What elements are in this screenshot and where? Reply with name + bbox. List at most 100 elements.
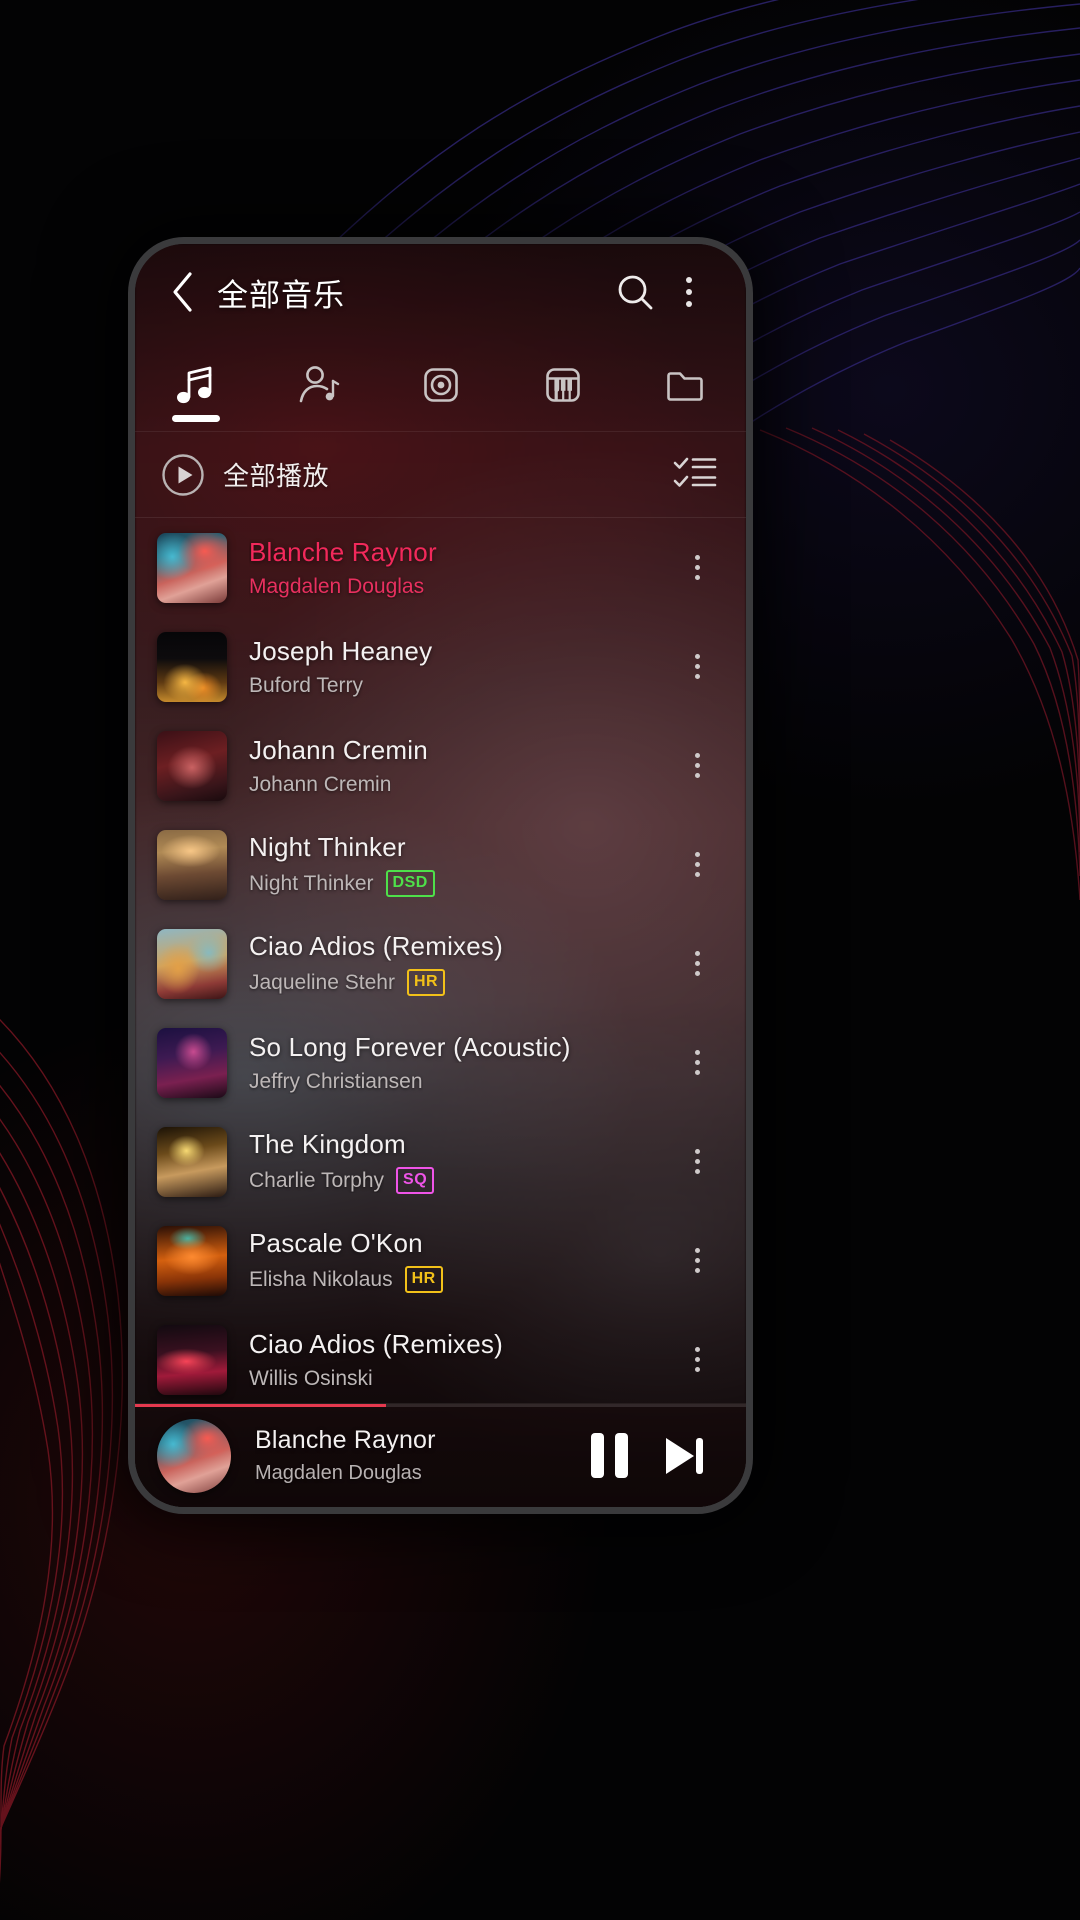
song-title: Johann Cremin [249,734,428,765]
more-vertical-icon [694,1149,700,1174]
song-meta: Blanche Raynor Magdalen Douglas [249,537,670,599]
pause-button[interactable] [572,1419,646,1493]
song-more-button[interactable] [670,1127,724,1197]
more-vertical-icon [694,852,700,877]
song-subtitle-row: Johann Cremin [249,773,670,797]
song-title: Night Thinker [249,832,406,862]
song-meta: Johann Cremin Johann Cremin [249,735,670,797]
song-subtitle-row: Jaqueline Stehr HR [249,969,670,996]
song-meta: Night Thinker Night Thinker DSD [249,832,670,897]
song-artist: Magdalen Douglas [249,574,425,598]
song-more-button[interactable] [670,1028,724,1098]
song-artist: Jeffry Christiansen [249,1069,423,1093]
tab-bar [135,340,746,432]
song-more-button[interactable] [670,731,724,801]
song-subtitle-row: Night Thinker DSD [249,870,670,897]
tab-genres[interactable] [502,340,624,432]
more-vertical-icon [694,951,700,976]
song-meta: Pascale O'Kon Elisha Nikolaus HR [249,1228,670,1293]
tab-active-indicator [172,414,221,422]
mini-player-title: Blanche Raynor [255,1426,436,1454]
song-artist: Johann Cremin [249,772,392,796]
tab-albums[interactable] [379,340,501,432]
more-vertical-icon [694,654,700,679]
song-artwork-image [157,928,227,999]
song-artist: Buford Terry [249,673,363,697]
more-vertical-icon [694,1248,700,1273]
song-artwork [157,532,227,603]
more-vertical-icon [686,277,692,307]
song-artist: Charlie Torphy [249,1168,385,1192]
song-row[interactable]: Blanche Raynor Magdalen Douglas [135,518,746,617]
page-title: 全部音乐 [217,277,345,313]
quality-badge: DSD [385,870,435,897]
tab-songs[interactable] [135,340,257,432]
song-artwork [157,1225,227,1296]
song-artist: Jaqueline Stehr [249,970,395,994]
song-more-button[interactable] [670,632,724,702]
next-track-button[interactable] [646,1419,720,1493]
song-artwork [157,1126,227,1197]
phone-mockup: 全部音乐 全部播放 Blanche Raynor Magdalen Dougla… [128,237,753,1514]
app-bar: 全部音乐 [135,244,746,340]
song-title: Joseph Heaney [249,635,433,666]
song-artwork-image [157,1324,227,1395]
tab-artists[interactable] [257,340,379,432]
song-subtitle-row: Magdalen Douglas [249,575,670,599]
song-meta: Joseph Heaney Buford Terry [249,636,670,698]
mini-player-artwork[interactable] [157,1418,231,1493]
song-meta: Ciao Adios (Remixes) Willis Osinski [249,1329,670,1391]
song-more-button[interactable] [670,1226,724,1296]
song-artwork [157,1324,227,1395]
song-row[interactable]: Night Thinker Night Thinker DSD [135,815,746,914]
song-artist: Elisha Nikolaus [249,1267,393,1291]
song-row[interactable]: Ciao Adios (Remixes) Jaqueline Stehr HR [135,914,746,1013]
song-row[interactable]: Joseph Heaney Buford Terry [135,617,746,716]
checklist-icon [673,457,717,487]
song-row[interactable]: So Long Forever (Acoustic) Jeffry Christi… [135,1013,746,1112]
song-row[interactable]: Pascale O'Kon Elisha Nikolaus HR [135,1211,746,1310]
play-circle-icon [162,453,204,496]
song-artwork [157,631,227,702]
song-row[interactable]: Johann Cremin Johann Cremin [135,716,746,815]
tab-folders[interactable] [624,340,746,432]
song-list[interactable]: Blanche Raynor Magdalen Douglas Joseph Hea… [135,518,746,1403]
folder-icon [667,371,703,401]
song-row[interactable]: Ciao Adios (Remixes) Willis Osinski [135,1310,746,1403]
overflow-menu-button[interactable] [662,265,716,319]
play-all-row[interactable]: 全部播放 [135,432,746,518]
mini-player-artist: Magdalen Douglas [255,1462,422,1484]
search-button[interactable] [608,265,662,319]
song-more-button[interactable] [670,533,724,603]
song-more-button[interactable] [670,929,724,999]
play-all-label: 全部播放 [223,461,330,491]
more-vertical-icon [694,555,700,580]
song-more-button[interactable] [670,1325,724,1395]
playback-progress-fill [135,1404,386,1407]
song-title: Pascale O'Kon [249,1228,423,1258]
mini-player-subtitle-row: Magdalen Douglas [255,1462,572,1485]
quality-badge: SQ [396,1167,435,1194]
app-screen: 全部音乐 全部播放 Blanche Raynor Magdalen Dougla… [135,244,746,1507]
song-subtitle-row: Buford Terry [249,674,670,698]
song-artwork-image [157,532,227,603]
song-title: The Kingdom [249,1129,406,1159]
song-title: Ciao Adios (Remixes) [249,1328,503,1359]
song-artwork-image [157,631,227,702]
song-more-button[interactable] [670,830,724,900]
quality-badge: HR [404,1266,443,1293]
song-subtitle-row: Jeffry Christiansen [249,1070,670,1094]
piano-keys-icon [545,367,580,402]
song-row[interactable]: The Kingdom Charlie Torphy SQ [135,1112,746,1211]
music-note-icon [177,366,212,403]
multiselect-button[interactable] [672,452,718,497]
song-artwork-image [157,730,227,801]
song-artwork [157,829,227,900]
playback-progress-bar[interactable] [135,1404,746,1407]
mini-player[interactable]: Blanche Raynor Magdalen Douglas [135,1403,746,1507]
song-meta: The Kingdom Charlie Torphy SQ [249,1129,670,1194]
back-button[interactable] [161,270,205,314]
artist-icon [299,365,340,402]
song-artwork [157,928,227,999]
song-title: Ciao Adios (Remixes) [249,931,503,961]
